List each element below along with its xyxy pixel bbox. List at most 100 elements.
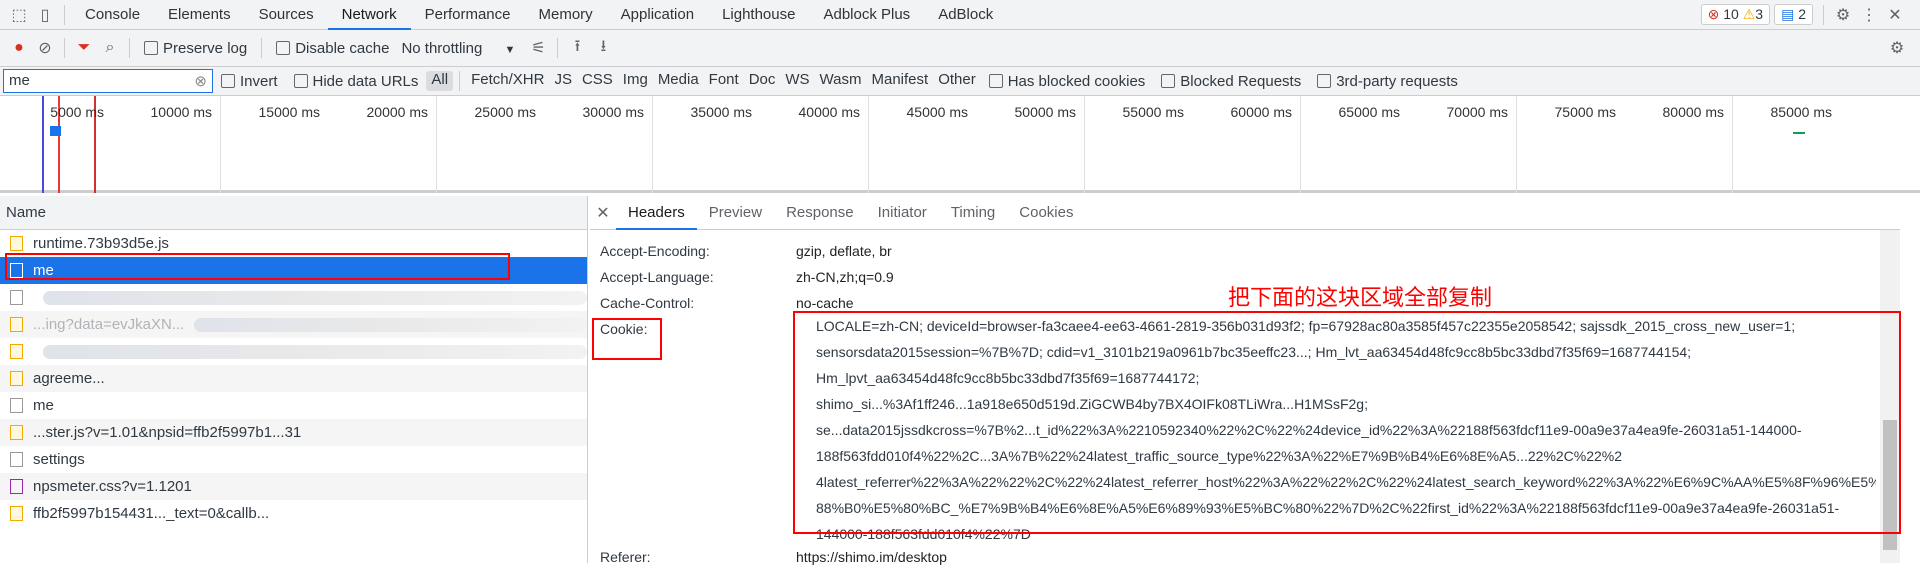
detail-tab-response[interactable]: Response — [774, 196, 866, 230]
script-file-icon — [10, 425, 23, 440]
timeline-gridline — [1084, 96, 1085, 193]
timeline-gridline — [1732, 96, 1733, 193]
type-filter-all[interactable]: All — [426, 71, 454, 91]
header-row-referer: Referer: https://shimo.im/desktop — [590, 544, 947, 570]
clear-filter-icon[interactable]: ⊗ — [194, 72, 207, 90]
more-options-icon[interactable]: ⋮ — [1856, 5, 1882, 25]
third-party-checkbox[interactable]: 3rd-party requests — [1317, 73, 1458, 90]
timeline-tick-label: 40000 ms — [798, 104, 860, 120]
messages-badge[interactable]: ▤ 2 — [1774, 4, 1813, 25]
clear-icon[interactable]: ⊘ — [32, 38, 58, 58]
type-filter-manifest[interactable]: Manifest — [867, 71, 934, 91]
detail-tab-initiator[interactable]: Initiator — [866, 196, 939, 230]
filter-input[interactable]: me ⊗ — [3, 69, 213, 93]
name-column-header[interactable]: Name — [0, 196, 587, 230]
timeline-tick-label: 85000 ms — [1770, 104, 1832, 120]
document-file-icon — [10, 452, 23, 467]
tab-adblock[interactable]: AdBlock — [924, 0, 1007, 30]
type-filter-doc[interactable]: Doc — [744, 71, 781, 91]
annotation-text: 把下面的这块区域全部复制 — [1228, 285, 1493, 310]
tab-adblock-plus[interactable]: Adblock Plus — [809, 0, 924, 30]
has-blocked-cookies-checkbox[interactable]: Has blocked cookies — [988, 73, 1145, 90]
type-filter-other[interactable]: Other — [933, 71, 981, 91]
disable-cache-checkbox[interactable]: Disable cache — [276, 40, 389, 57]
type-filter-font[interactable]: Font — [704, 71, 744, 91]
request-row[interactable]: me — [0, 392, 587, 419]
redacted-blur — [43, 290, 587, 305]
type-filter-css[interactable]: CSS — [577, 71, 618, 91]
request-name: ffb2f5997b154431..._text=0&callb... — [33, 505, 270, 522]
tab-performance[interactable]: Performance — [411, 0, 525, 30]
request-name: ...ster.js?v=1.01&npsid=ffb2f5997b1...31 — [33, 424, 302, 441]
timeline-overview[interactable]: 5000 ms 10000 ms 15000 ms 20000 ms 25000 ms 3… — [0, 96, 1920, 193]
annotation-box-selected-request — [5, 253, 510, 280]
script-file-icon — [10, 506, 23, 521]
type-filter-media[interactable]: Media — [653, 71, 704, 91]
import-har-icon[interactable]: ⭱ — [564, 35, 590, 62]
tab-console[interactable]: Console — [71, 0, 154, 30]
script-file-icon — [10, 371, 23, 386]
divider — [557, 38, 559, 58]
detail-tab-cookies[interactable]: Cookies — [1007, 196, 1085, 230]
type-filter-wasm[interactable]: Wasm — [815, 71, 867, 91]
timeline-tick-label: 20000 ms — [366, 104, 428, 120]
script-file-icon — [10, 344, 23, 359]
throttling-select[interactable]: No throttling ▼ — [401, 40, 515, 57]
request-name: settings — [33, 451, 85, 468]
header-value: gzip, deflate, br — [796, 243, 892, 259]
type-filter-img[interactable]: Img — [618, 71, 653, 91]
export-har-icon[interactable]: ⭳ — [590, 35, 616, 62]
warning-count: 3 — [1755, 6, 1764, 22]
tab-elements[interactable]: Elements — [154, 0, 245, 30]
timeline-tick-label: 60000 ms — [1230, 104, 1292, 120]
detail-tab-headers[interactable]: Headers — [616, 196, 697, 230]
detail-tab-preview[interactable]: Preview — [697, 196, 774, 230]
throttling-value: No throttling — [401, 39, 483, 57]
settings-gear-icon[interactable]: ⚙ — [1830, 5, 1856, 25]
invert-checkbox[interactable]: Invert — [221, 73, 278, 90]
type-filter-js[interactable]: JS — [549, 71, 577, 91]
tab-sources[interactable]: Sources — [245, 0, 328, 30]
detail-tab-timing[interactable]: Timing — [939, 196, 1007, 230]
header-key: Referer: — [600, 549, 651, 565]
issues-badge[interactable]: ⊗ 10 ⚠3 — [1700, 4, 1771, 25]
redacted-blur — [43, 344, 587, 359]
request-row[interactable]: agreeme... — [0, 365, 587, 392]
tab-memory[interactable]: Memory — [525, 0, 607, 30]
request-row[interactable]: settings — [0, 446, 587, 473]
inspect-element-icon[interactable]: ⬚ — [6, 5, 32, 25]
request-row[interactable]: ...ster.js?v=1.01&npsid=ffb2f5997b1...31 — [0, 419, 587, 446]
header-key: Cache-Control: — [600, 295, 695, 311]
tab-lighthouse[interactable]: Lighthouse — [708, 0, 809, 30]
tab-application[interactable]: Application — [607, 0, 708, 30]
error-count: 10 — [1723, 6, 1739, 22]
request-row[interactable] — [0, 284, 587, 311]
disable-cache-label: Disable cache — [295, 39, 390, 57]
request-row[interactable]: ...ing?data=evJkaXN... — [0, 311, 587, 338]
blocked-requests-checkbox[interactable]: Blocked Requests — [1161, 73, 1301, 90]
close-devtools-icon[interactable]: ✕ — [1882, 5, 1908, 25]
blocked-requests-label: Blocked Requests — [1180, 72, 1302, 90]
preserve-log-checkbox[interactable]: Preserve log — [144, 40, 247, 57]
request-row[interactable]: ffb2f5997b154431..._text=0&callb... — [0, 500, 587, 527]
redacted-blur — [194, 317, 587, 332]
tab-network[interactable]: Network — [327, 0, 411, 30]
request-row[interactable]: npsmeter.css?v=1.1201 — [0, 473, 587, 500]
header-row: Accept-Encoding: gzip, deflate, br — [590, 238, 1900, 264]
close-details-icon[interactable]: ✕ — [590, 203, 616, 223]
type-filter-ws[interactable]: WS — [780, 71, 814, 91]
record-icon[interactable]: ● — [6, 39, 32, 57]
type-filter-fetch-xhr[interactable]: Fetch/XHR — [466, 71, 549, 91]
network-settings-gear-icon[interactable]: ⚙ — [1884, 38, 1910, 58]
script-file-icon — [10, 317, 23, 332]
request-name: agreeme... — [33, 370, 105, 387]
search-icon[interactable]: ⌕ — [97, 39, 123, 57]
request-row[interactable] — [0, 338, 587, 365]
network-conditions-icon[interactable]: ⚟ — [525, 38, 551, 58]
filter-icon[interactable]: ⏷ — [71, 39, 97, 57]
timeline-tick-label: 65000 ms — [1338, 104, 1400, 120]
timeline-tick-label: 10000 ms — [150, 104, 212, 120]
device-toolbar-icon[interactable]: ▯ — [32, 5, 58, 25]
timeline-tick-label: 5000 ms — [50, 104, 104, 120]
hide-data-urls-checkbox[interactable]: Hide data URLs — [293, 73, 418, 90]
